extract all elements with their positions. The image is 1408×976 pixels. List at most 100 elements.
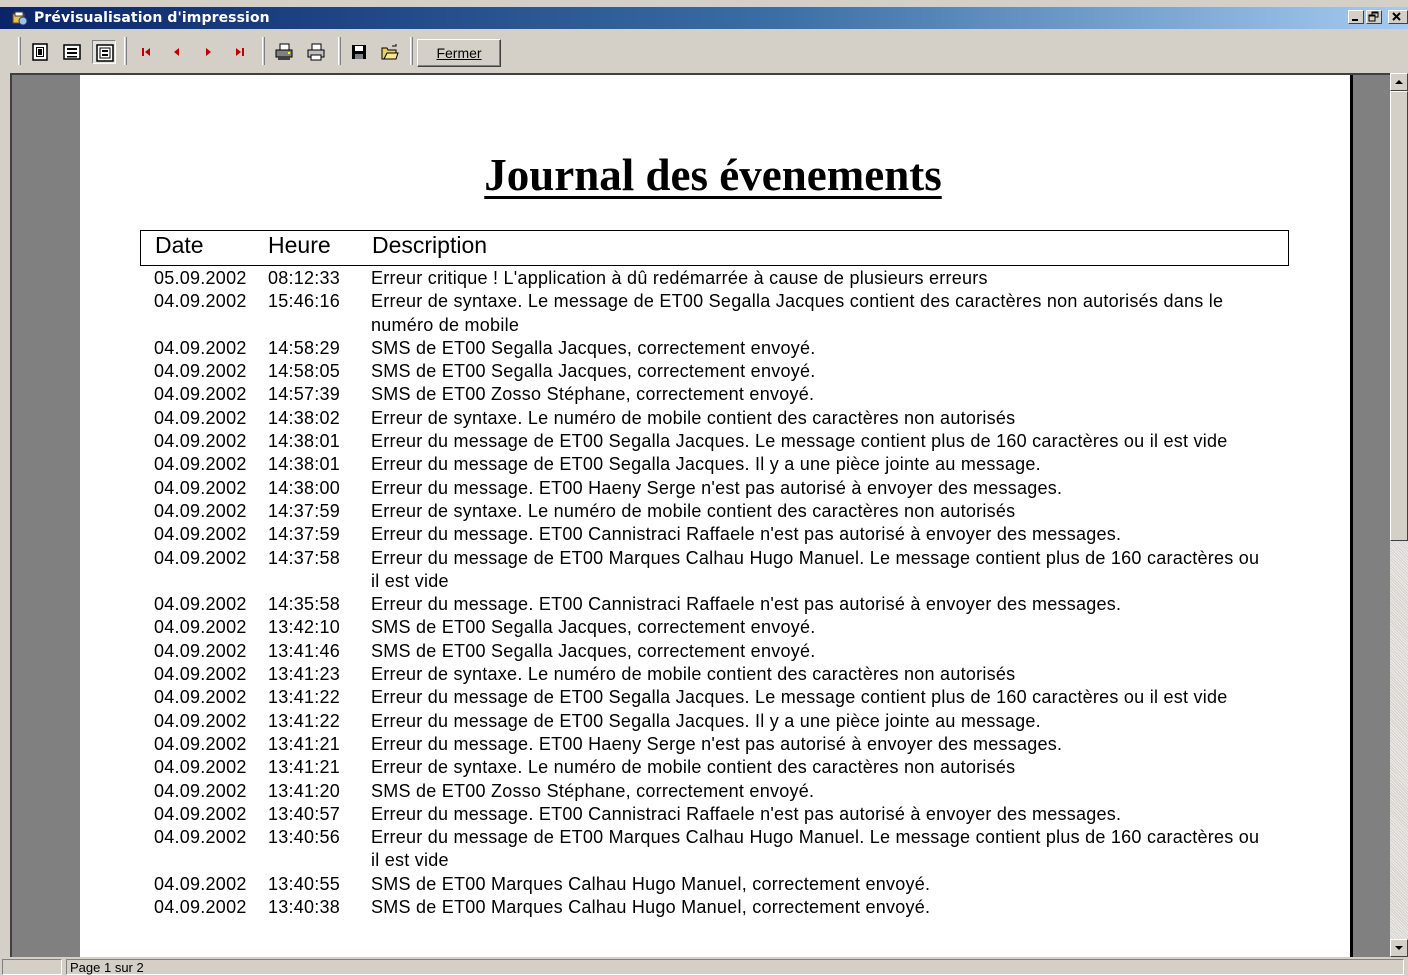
event-row: 04.09.2002 13:41:22 Erreur du message de E… [154,710,1294,733]
full-width-button[interactable] [60,40,84,64]
event-time: 13:41:21 [268,733,341,754]
title-bar[interactable]: Prévisualisation d'impression [0,7,1408,29]
event-date: 04.09.2002 [154,407,247,428]
print-setup-button[interactable] [272,40,296,64]
event-time: 13:41:46 [268,640,341,661]
event-date: 04.09.2002 [154,757,247,778]
event-date: 04.09.2002 [154,687,247,708]
preview-viewport[interactable]: Journal des évenements Date Heure Descri… [10,73,1390,957]
event-row: 04.09.2002 13:40:38 SMS de ET00 Marques Ca… [154,896,1294,919]
event-time: 14:35:58 [268,594,341,615]
toolbar-grip[interactable] [18,37,21,65]
scroll-thumb[interactable] [1390,91,1408,541]
event-date: 04.09.2002 [154,477,247,498]
event-time: 15:46:16 [268,291,341,312]
event-description: Erreur du message de ET00 Segalla Jacque… [371,687,1228,708]
event-row: 04.09.2002 13:40:57 Erreur du message. ET0… [154,803,1294,826]
table-header: Date Heure Description [140,230,1289,266]
event-row: 04.09.2002 14:37:58 Erreur du message de E… [154,547,1294,594]
column-header-time: Heure [268,232,331,258]
close-preview-label: Fermer [436,45,482,61]
event-date: 04.09.2002 [154,384,247,405]
save-button[interactable] [347,40,371,64]
event-row: 04.09.2002 14:38:01 Erreur du message de E… [154,453,1294,476]
previous-page-button[interactable] [165,40,189,64]
event-time: 14:38:00 [268,477,341,498]
event-time: 14:58:29 [268,337,341,358]
event-row: 04.09.2002 13:41:21 Erreur de syntaxe. Le … [154,756,1294,779]
event-description: SMS de ET00 Marques Calhau Hugo Manuel, … [371,897,931,918]
report-title: Journal des évenements [484,150,942,200]
event-row: 04.09.2002 13:41:23 Erreur de syntaxe. Le … [154,663,1294,686]
event-row: 04.09.2002 13:41:22 Erreur du message de E… [154,686,1294,709]
event-row: 04.09.2002 14:38:02 Erreur de syntaxe. Le … [154,407,1294,430]
restore-button[interactable] [1366,10,1382,24]
event-date: 04.09.2002 [154,500,247,521]
event-date: 04.09.2002 [154,547,247,568]
vertical-scrollbar[interactable] [1390,73,1408,957]
event-date: 04.09.2002 [154,524,247,545]
event-description: Erreur critique ! L'application à dû red… [371,268,988,288]
open-folder-icon [381,44,399,60]
event-time: 14:37:58 [268,547,341,568]
scroll-down-button[interactable] [1390,939,1408,957]
event-row: 04.09.2002 13:40:55 SMS de ET00 Marques Ca… [154,873,1294,896]
minimize-button[interactable] [1348,10,1364,24]
event-description: SMS de ET00 Segalla Jacques, correctemen… [371,640,816,661]
toolbar-separator [262,37,265,65]
event-description: Erreur du message. ET00 Cannistraci Raff… [371,803,1122,824]
event-row: 04.09.2002 14:38:01 Erreur du message de E… [154,430,1294,453]
event-date: 05.09.2002 [154,268,247,288]
event-row: 05.09.2002 08:12:33 Erreur critique ! L'ap… [154,267,1294,290]
next-page-button[interactable] [196,40,220,64]
print-button[interactable] [304,40,328,64]
event-row: 04.09.2002 14:58:29 SMS de ET00 Segalla Ja… [154,337,1294,360]
last-page-button[interactable] [228,40,252,64]
toolbar [0,29,1408,73]
report-page: Journal des évenements Date Heure Descri… [80,75,1353,957]
event-date: 04.09.2002 [154,431,247,452]
event-row: 04.09.2002 14:57:39 SMS de ET00 Zosso Stép… [154,383,1294,406]
scroll-up-button[interactable] [1390,73,1408,91]
event-description: Erreur du message. ET00 Cannistraci Raff… [371,594,1122,615]
event-time: 14:57:39 [268,384,341,405]
previous-page-icon [174,48,179,56]
event-description: Erreur du message. ET00 Cannistraci Raff… [371,524,1122,545]
first-page-button[interactable] [134,40,158,64]
event-description: SMS de ET00 Zosso Stéphane, correctement… [371,780,815,801]
one-page-button[interactable] [28,40,52,64]
event-row: 04.09.2002 13:41:46 SMS de ET00 Segalla Ja… [154,640,1294,663]
fit-page-icon [96,44,114,62]
event-time: 14:38:01 [268,454,341,475]
event-date: 04.09.2002 [154,733,247,754]
event-time: 13:40:38 [268,897,341,918]
event-date: 04.09.2002 [154,594,247,615]
one-page-icon [32,43,48,61]
event-list: 05.09.2002 08:12:33 Erreur critique ! L'ap… [154,267,1294,919]
save-icon [352,45,366,59]
event-description: Erreur du message de ET00 Segalla Jacque… [371,710,1041,731]
event-description: Erreur du message. ET00 Haeny Serge n'es… [371,733,1063,754]
event-date: 04.09.2002 [154,361,247,382]
event-description: Erreur de syntaxe. Le numéro de mobile c… [371,407,1016,428]
event-time: 13:41:20 [268,780,341,801]
close-window-button[interactable] [1388,10,1408,24]
event-time: 14:38:02 [268,407,341,428]
event-row: 04.09.2002 13:41:21 Erreur du message. ET0… [154,733,1294,756]
event-description: Erreur du message de ET00 Marques Calhau… [371,827,1260,871]
arrow-down-icon [1395,946,1403,950]
print-setup-icon [275,43,293,60]
event-date: 04.09.2002 [154,640,247,661]
event-description: Erreur du message de ET00 Segalla Jacque… [371,431,1228,452]
event-time: 14:37:59 [268,524,341,545]
fit-page-button[interactable] [92,40,116,64]
open-button[interactable] [378,40,402,64]
event-date: 04.09.2002 [154,897,247,918]
event-time: 14:58:05 [268,361,341,382]
event-time: 14:38:01 [268,431,341,452]
event-row: 04.09.2002 14:37:59 Erreur du message. ET0… [154,523,1294,546]
event-date: 04.09.2002 [154,780,247,801]
event-time: 13:41:21 [268,757,341,778]
event-description: Erreur de syntaxe. Le numéro de mobile c… [371,500,1016,521]
close-preview-button[interactable]: Fermer [417,39,501,67]
